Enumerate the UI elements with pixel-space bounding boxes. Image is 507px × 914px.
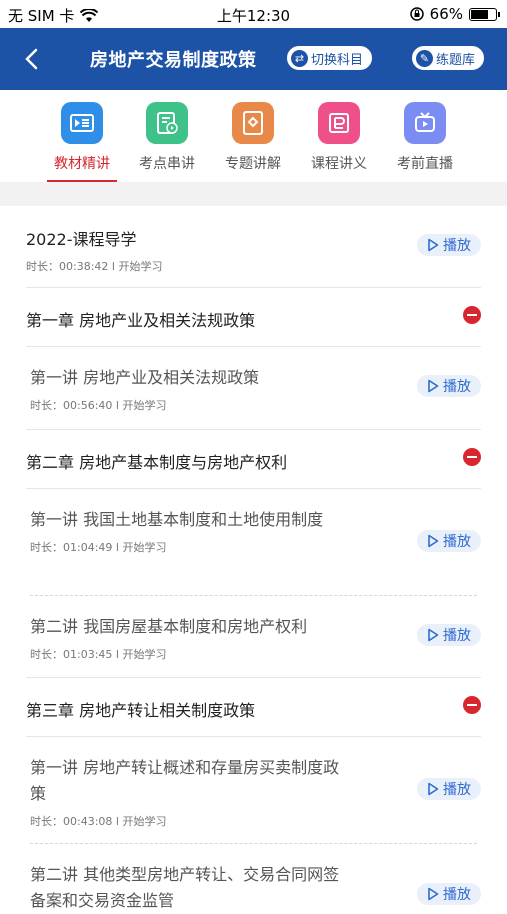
play-button[interactable]: 播放	[417, 883, 481, 905]
play-button[interactable]: 播放	[417, 375, 481, 397]
chapter-header[interactable]: 第二章 房地产基本制度与房地产权利	[26, 429, 481, 489]
chapter-title: 第三章 房地产转让相关制度政策	[26, 701, 256, 720]
play-button[interactable]: 播放	[417, 778, 481, 800]
battery-icon	[469, 7, 500, 21]
tab-label: 考前直播	[397, 156, 453, 172]
swap-icon: ⇄	[291, 49, 308, 67]
play-label: 播放	[443, 379, 471, 395]
lesson-item[interactable]: 第一讲 房地产转让概述和存量房买卖制度政策 时长：00:43:08 l 开始学习	[30, 755, 477, 829]
divider	[30, 843, 477, 844]
pencil-icon: ✎	[416, 49, 433, 67]
play-label: 播放	[443, 238, 471, 254]
section-divider	[0, 182, 507, 206]
lesson-meta: 时长：00:43:08 l 开始学习	[30, 815, 167, 828]
play-label: 播放	[443, 534, 471, 550]
divider	[30, 595, 477, 596]
play-icon	[428, 628, 439, 642]
lesson-meta: 时长：00:56:40 l 开始学习	[30, 399, 167, 412]
play-button[interactable]: 播放	[417, 530, 481, 552]
lesson-title: 第二讲 其他类型房地产转让、交易合同网签备案和交易资金监管	[30, 865, 340, 910]
nav-bar: 房地产交易制度政策 ⇄ 切换科目 ✎ 练题库	[0, 28, 507, 90]
play-button[interactable]: 播放	[417, 624, 481, 646]
video-list-icon	[61, 102, 103, 144]
collapse-icon[interactable]	[463, 448, 481, 466]
lesson-title: 第一讲 房地产业及相关法规政策	[30, 368, 260, 387]
play-icon	[428, 887, 439, 901]
chapter-header[interactable]: 第一章 房地产业及相关法规政策	[26, 287, 481, 347]
play-icon	[428, 238, 439, 252]
tab-label: 考点串讲	[139, 156, 195, 172]
tab-handouts[interactable]: 课程讲义	[299, 102, 379, 173]
tab-label: 专题讲解	[225, 156, 281, 172]
question-bank-button[interactable]: ✎ 练题库	[412, 46, 485, 70]
back-button[interactable]	[18, 42, 48, 76]
status-bar: 无 SIM 卡 上午12:30 66%	[0, 0, 507, 28]
intro-item[interactable]: 2022-课程导学 时长：00:38:42 l 开始学习	[26, 226, 162, 274]
handout-icon	[318, 102, 360, 144]
collapse-icon[interactable]	[463, 696, 481, 714]
switch-subject-label: 切换科目	[311, 52, 364, 68]
chapter-title: 第一章 房地产业及相关法规政策	[26, 311, 256, 330]
chapter-header[interactable]: 第三章 房地产转让相关制度政策	[26, 677, 481, 737]
lesson-item[interactable]: 第二讲 我国房屋基本制度和房地产权利 时长：01:03:45 l 开始学习	[30, 614, 477, 662]
switch-subject-button[interactable]: ⇄ 切换科目	[287, 46, 373, 70]
play-icon	[428, 534, 439, 548]
play-label: 播放	[443, 782, 471, 798]
orientation-lock-icon	[409, 7, 424, 21]
chevron-left-icon	[25, 48, 38, 70]
page-title: 房地产交易制度政策	[90, 50, 257, 71]
lesson-meta: 时长：00:38:42 l 开始学习	[26, 260, 163, 273]
tab-topics[interactable]: 专题讲解	[213, 102, 293, 173]
tab-label: 课程讲义	[311, 156, 367, 172]
lesson-title: 第一讲 房地产转让概述和存量房买卖制度政策	[30, 758, 340, 803]
lesson-title: 2022-课程导学	[26, 230, 137, 249]
tv-icon	[404, 102, 446, 144]
lesson-meta: 时长：01:03:45 l 开始学习	[30, 648, 167, 661]
play-label: 播放	[443, 628, 471, 644]
battery-percent: 66%	[429, 5, 463, 23]
tab-key-points[interactable]: 考点串讲	[127, 102, 207, 173]
lesson-item[interactable]: 第一讲 房地产业及相关法规政策 时长：00:56:40 l 开始学习	[30, 365, 477, 413]
lesson-item[interactable]: 第二讲 其他类型房地产转让、交易合同网签备案和交易资金监管	[30, 862, 477, 914]
lesson-title: 第一讲 我国土地基本制度和土地使用制度	[30, 510, 324, 529]
lesson-meta: 时长：01:04:49 l 开始学习	[30, 541, 167, 554]
collapse-icon[interactable]	[463, 306, 481, 324]
category-tabs: 教材精讲 考点串讲 专题讲解 课程讲义 考前直播	[0, 90, 507, 182]
tab-label: 教材精讲	[54, 156, 110, 172]
document-play-icon	[146, 102, 188, 144]
lesson-title: 第二讲 我国房屋基本制度和房地产权利	[30, 617, 308, 636]
lesson-item[interactable]: 第一讲 我国土地基本制度和土地使用制度 时长：01:04:49 l 开始学习	[30, 507, 477, 555]
tab-live[interactable]: 考前直播	[385, 102, 465, 173]
chapter-title: 第二章 房地产基本制度与房地产权利	[26, 453, 288, 472]
play-label: 播放	[443, 887, 471, 903]
play-button[interactable]: 播放	[417, 234, 481, 256]
play-icon	[428, 782, 439, 796]
tab-textbook[interactable]: 教材精讲	[42, 102, 122, 182]
topic-icon	[232, 102, 274, 144]
play-icon	[428, 379, 439, 393]
question-bank-label: 练题库	[436, 52, 476, 68]
